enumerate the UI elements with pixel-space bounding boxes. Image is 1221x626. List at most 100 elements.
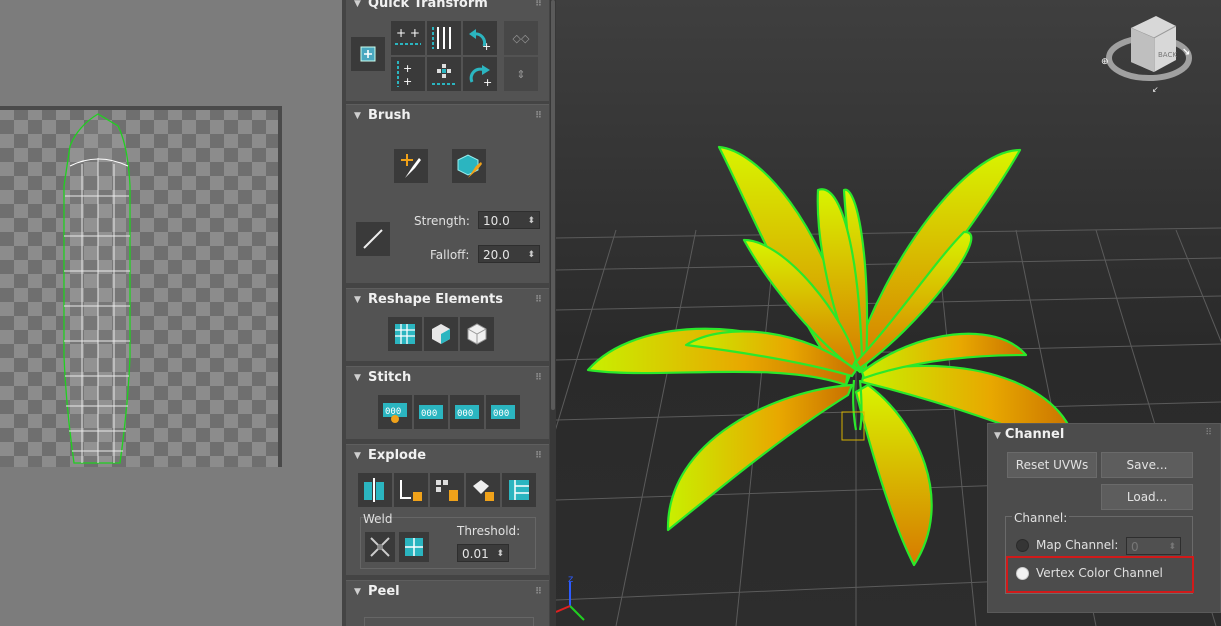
svg-text:000: 000 (457, 409, 473, 419)
collapse-triangle-icon: ▼ (354, 587, 361, 597)
threshold-label: Threshold: (457, 524, 521, 538)
flatten-by-polygon-button[interactable] (466, 473, 500, 507)
map-channel-label: Map Channel: (1036, 538, 1119, 552)
threshold-value: 0.01 (462, 547, 489, 561)
viewcube-widget[interactable]: BACK ↘ ⊕ ↙ (1101, 16, 1192, 94)
svg-text:↘: ↘ (1182, 47, 1190, 58)
align-vertical-button[interactable] (427, 21, 461, 55)
load-button[interactable]: Load... (1101, 484, 1193, 510)
grip-icon: ⠿ (534, 0, 542, 9)
break-button[interactable] (358, 473, 392, 507)
grip-icon: ⠿ (534, 111, 542, 121)
rollout-reshape-elements: ▼ Reshape Elements ⠿ (346, 288, 549, 361)
rollout-header-stitch[interactable]: ▼ Stitch ⠿ (346, 367, 549, 389)
map-channel-spinner[interactable]: 0 ⬍ (1126, 537, 1181, 555)
rollout-title: Brush (368, 108, 411, 123)
panel-scrollbar-thumb[interactable] (551, 0, 555, 410)
stitch-average-icon: 000 (455, 405, 479, 419)
threshold-spinner[interactable]: 0.01 ⬍ (457, 544, 509, 562)
straighten-button[interactable] (388, 317, 422, 351)
rollout-brush: ▼ Brush ⠿ Strength: 10.0 ⬍ Falloff: 20.0 ⬍ (346, 104, 549, 283)
stitch-target-icon: 000 (491, 405, 515, 419)
weld-target-button[interactable] (399, 532, 429, 562)
stitch-custom-button[interactable]: 000 (378, 395, 412, 429)
rollout-header-reshape[interactable]: ▼ Reshape Elements ⠿ (346, 289, 549, 311)
svg-text:+: + (403, 75, 412, 88)
uv-checker-grid[interactable] (0, 106, 282, 467)
spinner-arrows-icon[interactable]: ⬍ (1168, 538, 1176, 556)
falloff-spinner[interactable]: 20.0 ⬍ (478, 245, 540, 263)
relax-brush-button[interactable] (452, 149, 486, 183)
stitch-average-button[interactable]: 000 (450, 395, 484, 429)
align-center-button[interactable] (427, 57, 461, 91)
viewcube-face-label[interactable]: BACK (1158, 51, 1177, 59)
strength-spinner[interactable]: 10.0 ⬍ (478, 211, 540, 229)
spinner-arrows-icon[interactable]: ⬍ (496, 545, 504, 563)
brush-line-tool-button[interactable] (356, 222, 390, 256)
rotate-cw-button[interactable]: + (463, 57, 497, 91)
flip-vertical-button[interactable]: ⇕ (504, 57, 538, 91)
flatten-by-smoothing-button[interactable] (394, 473, 428, 507)
svg-text:+: + (403, 62, 412, 75)
svg-text:⊕: ⊕ (1101, 57, 1109, 67)
line-tool-icon (363, 229, 383, 249)
spinner-arrows-icon[interactable]: ⬍ (527, 246, 535, 264)
grip-icon: ⠿ (534, 587, 542, 597)
align-horizontal-button[interactable]: + + (391, 21, 425, 55)
flatten-polygon-icon (473, 480, 494, 501)
rollout-peel: ▼ Peel ⠿ (346, 580, 549, 626)
flatten-by-material-button[interactable] (430, 473, 464, 507)
strength-value: 10.0 (483, 214, 510, 228)
rollout-header-quick-transform[interactable]: ▼ Quick Transform ⠿ (346, 0, 549, 15)
uv-shell[interactable] (63, 113, 131, 464)
flip-horizontal-icon: ◇◇ (512, 31, 530, 45)
save-button[interactable]: Save... (1101, 452, 1193, 478)
reset-uvws-button[interactable]: Reset UVWs (1007, 452, 1097, 478)
axis-tripod: z (556, 574, 585, 621)
align-vertical-dotted-icon: ++ (397, 61, 412, 88)
align-vertical-icon (432, 27, 451, 49)
rollout-title: Peel (368, 584, 400, 599)
vertex-color-channel-radio[interactable] (1016, 567, 1029, 580)
grip-icon: ⠿ (534, 373, 542, 383)
map-channel-value: 0 (1131, 540, 1139, 554)
rollout-quick-transform: ▼ Quick Transform ⠿ + + + ◇◇ + + + ⇕ (346, 0, 549, 101)
vertex-color-highlight: Vertex Color Channel (1006, 556, 1194, 593)
uv-editor-canvas[interactable] (0, 0, 342, 626)
stitch-source-button[interactable]: 000 (414, 395, 448, 429)
relax-cube-button[interactable] (460, 317, 494, 351)
rollout-header-explode[interactable]: ▼ Explode ⠿ (346, 445, 549, 467)
weld-label: Weld (363, 512, 393, 526)
stitch-target-button[interactable]: 000 (486, 395, 520, 429)
rollout-header-brush[interactable]: ▼ Brush ⠿ (346, 105, 549, 127)
vertex-color-channel-label: Vertex Color Channel (1036, 566, 1163, 580)
align-horizontal-icon: + + (395, 26, 421, 45)
relax-icon (432, 324, 450, 344)
weld-group: Weld Threshold: 0.01 ⬍ (360, 512, 536, 569)
zoom-region-button[interactable] (351, 37, 385, 71)
uv-tools-panel: ▼ Quick Transform ⠿ + + + ◇◇ + + + ⇕ ▼ B… (342, 0, 556, 626)
flip-horizontal-button[interactable]: ◇◇ (504, 21, 538, 55)
rollout-header-peel[interactable]: ▼ Peel ⠿ (346, 581, 549, 603)
spinner-arrows-icon[interactable]: ⬍ (527, 212, 535, 230)
rollout-explode: ▼ Explode ⠿ Weld Threshold: 0.01 ⬍ (346, 444, 549, 575)
weld-icon (370, 537, 390, 557)
rotate-ccw-button[interactable]: + (463, 21, 497, 55)
flip-vertical-icon: ⇕ (516, 67, 526, 81)
stitch-source-icon: 000 (419, 405, 443, 419)
strength-label: Strength: (414, 214, 470, 228)
map-channel-radio[interactable] (1016, 539, 1029, 552)
relax-brush-icon (457, 154, 482, 178)
align-vertical-dotted-button[interactable]: + + (391, 57, 425, 91)
collapse-triangle-icon: ▼ (354, 295, 361, 305)
weld-selected-button[interactable] (365, 532, 395, 562)
rollout-title: Stitch (368, 370, 412, 385)
relax-cube-icon (467, 323, 487, 345)
rollout-title: Quick Transform (368, 0, 488, 11)
move-brush-button[interactable] (394, 149, 428, 183)
flatten-custom-button[interactable] (502, 473, 536, 507)
svg-text:z: z (568, 574, 573, 585)
relax-button[interactable] (424, 317, 458, 351)
straighten-icon (395, 324, 415, 344)
grip-icon: ⠿ (534, 451, 542, 461)
